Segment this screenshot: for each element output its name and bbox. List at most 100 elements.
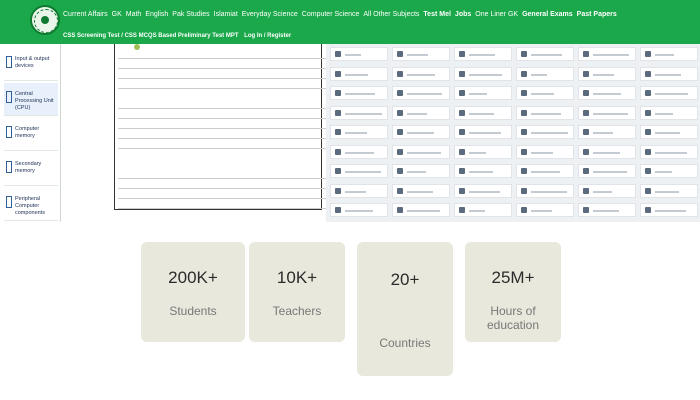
icon-tile[interactable] [640,86,698,100]
icon-tile[interactable] [454,203,512,217]
icon-tile[interactable] [454,183,512,198]
css-test-link[interactable]: CSS Screening Test / CSS MCQS Based Prel… [63,33,239,39]
icon-tile[interactable] [454,125,512,139]
tile-text-line [407,171,426,173]
icon-tile[interactable] [516,105,574,120]
tile-icon [397,207,403,213]
icon-tile[interactable] [392,183,450,198]
nav-item[interactable]: General Exams [522,11,573,18]
icon-tile[interactable] [516,144,574,159]
icon-tile[interactable] [640,105,698,120]
tile-icon [583,51,589,57]
tile-text-line [655,54,674,56]
nav-item[interactable]: Islamiat [214,11,238,18]
icon-tile[interactable] [392,125,450,139]
icon-tile[interactable] [640,47,698,61]
icon-tile[interactable] [578,47,636,61]
sidebar-topic-item[interactable]: Peripheral Computer components [4,188,58,221]
icon-tile[interactable] [516,86,574,100]
icon-tile[interactable] [578,86,636,100]
sidebar-topic-label: Computer memory [15,126,40,139]
tile-icon [397,148,403,155]
icon-tile[interactable] [640,144,698,159]
tile-text-line [469,210,485,212]
icon-tile[interactable] [578,125,636,139]
icon-tile[interactable] [454,164,512,178]
tile-text-line [407,73,435,76]
nav-item[interactable]: All Other Subjects [363,11,419,18]
nav-item[interactable]: Math [126,11,142,18]
nav-item[interactable]: English [145,11,168,18]
tile-text-line [345,171,381,173]
icon-tile[interactable] [516,125,574,139]
nav-item[interactable]: Current Affairs [63,11,108,18]
icon-tile[interactable] [640,183,698,198]
tile-text-line [469,171,493,173]
tile-icon [335,90,341,96]
icon-tile[interactable] [392,66,450,81]
site-logo[interactable] [30,5,60,35]
icon-tile[interactable] [392,86,450,100]
icon-tile[interactable] [330,66,388,81]
tile-icon [645,187,651,194]
icon-tile[interactable] [330,144,388,159]
sidebar-topic-item[interactable]: Central Processing Unit (CPU) [4,83,58,116]
icon-tile[interactable] [454,47,512,61]
nav-item[interactable]: Past Papers [577,11,617,18]
tile-icon [459,70,465,77]
icon-tile[interactable] [640,203,698,217]
document-icon [6,161,12,173]
main-menu: Current Affairs GK Math English Pak Studies I… [63,11,621,18]
tile-icon [583,148,589,155]
icon-tile[interactable] [330,183,388,198]
icon-tile[interactable] [454,66,512,81]
icon-tile[interactable] [640,164,698,178]
icon-tile[interactable] [392,105,450,120]
icon-tile[interactable] [330,105,388,120]
icon-tile[interactable] [640,66,698,81]
icon-tile[interactable] [516,164,574,178]
topic-sidebar: Input & output devices Central Processing… [0,44,61,222]
icon-tile[interactable] [392,144,450,159]
icon-tile[interactable] [516,47,574,61]
icon-tile[interactable] [392,164,450,178]
tile-text-line [531,132,568,134]
icon-tile[interactable] [454,144,512,159]
icon-tile[interactable] [516,203,574,217]
icon-tile[interactable] [330,47,388,61]
icon-tile[interactable] [516,183,574,198]
icon-tile[interactable] [578,183,636,198]
icon-tile[interactable] [330,203,388,217]
icon-tile[interactable] [330,125,388,139]
icon-tile[interactable] [578,105,636,120]
icon-tile[interactable] [392,203,450,217]
icon-tile[interactable] [578,144,636,159]
nav-item[interactable]: Jobs [455,11,471,18]
nav-item[interactable]: Pak Studies [172,11,209,18]
icon-tile[interactable] [640,125,698,139]
tile-text-line [407,54,428,56]
icon-tile[interactable] [392,47,450,61]
icon-tile[interactable] [454,86,512,100]
icon-tile[interactable] [578,203,636,217]
nav-item[interactable]: Everyday Science [242,11,298,18]
nav-item[interactable]: Computer Science [302,11,360,18]
icon-tile[interactable] [578,164,636,178]
icon-tile[interactable] [578,66,636,81]
nav-item[interactable]: One Liner GK [475,11,518,18]
nav-item[interactable]: Test Mel [423,11,451,18]
icon-tile[interactable] [330,86,388,100]
nav-item[interactable]: GK [112,11,122,18]
document-icon [6,56,12,68]
tile-icon [645,148,651,155]
sidebar-topic-label: Secondary memory [15,161,42,174]
tile-icon [521,109,527,116]
icon-tile[interactable] [516,66,574,81]
icon-tile[interactable] [454,105,512,120]
icon-tile[interactable] [330,164,388,178]
sidebar-topic-item[interactable]: Computer memory [4,118,58,151]
sidebar-topic-item[interactable]: Input & output devices [4,48,58,81]
tile-icon [459,187,465,194]
login-register-link[interactable]: Log In / Register [244,33,291,39]
sidebar-topic-item[interactable]: Secondary memory [4,153,58,186]
